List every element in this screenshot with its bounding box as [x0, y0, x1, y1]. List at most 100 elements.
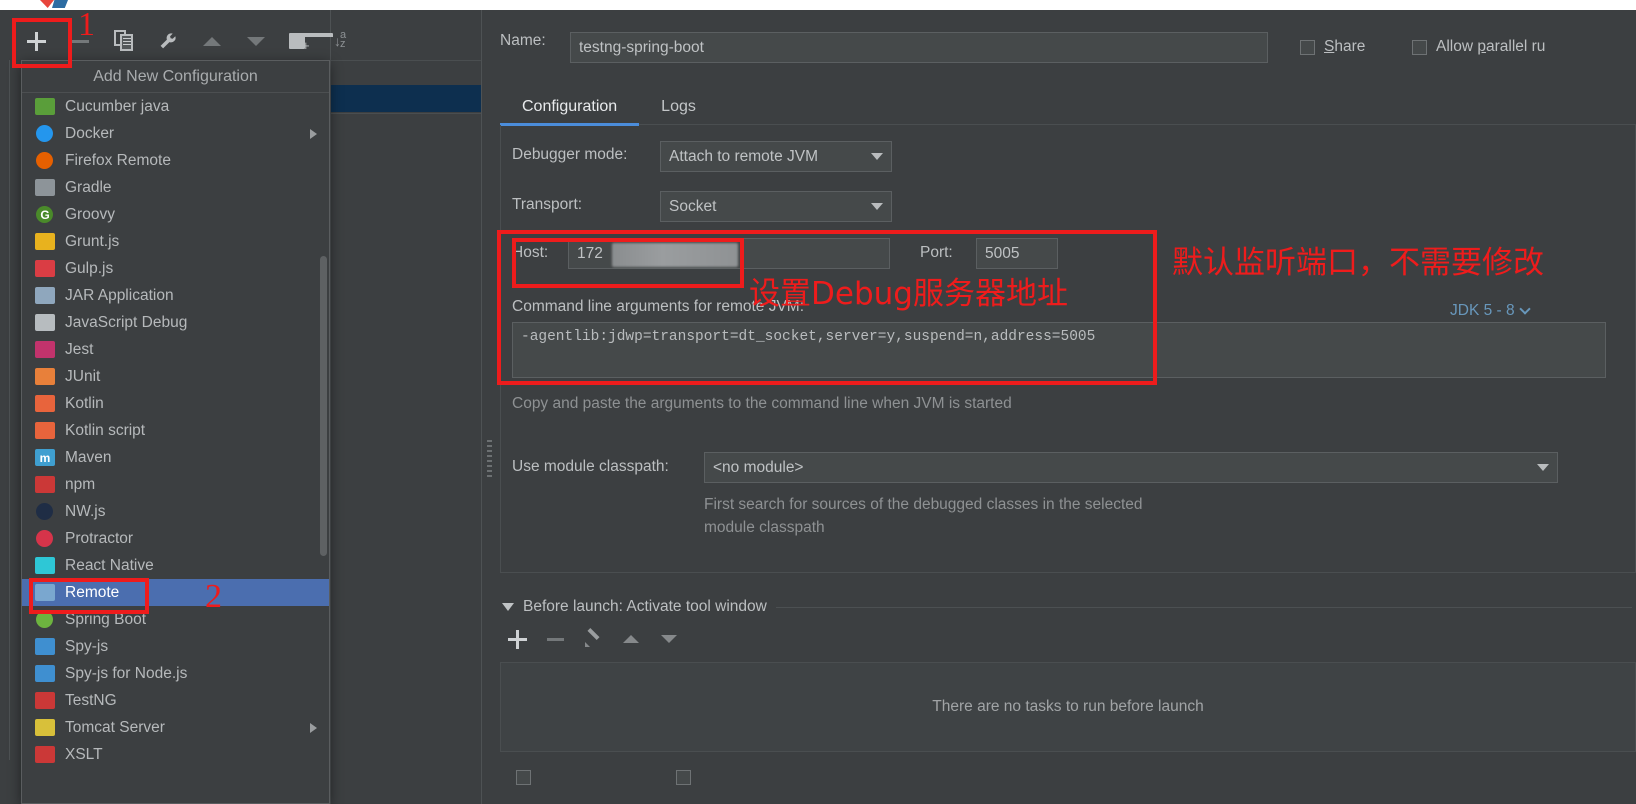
kotlin-icon: [34, 394, 56, 413]
configuration-type-list[interactable]: Cucumber java Docker Firefox Remote Gradle G…: [22, 93, 329, 803]
transport-select[interactable]: Socket: [660, 191, 892, 222]
gulp-icon: [34, 259, 56, 278]
share-checkbox[interactable]: [1300, 39, 1315, 55]
configuration-type-label: Maven: [65, 448, 112, 466]
tab-logs[interactable]: Logs: [639, 88, 718, 126]
allow-parallel-checkbox[interactable]: [1412, 39, 1427, 55]
move-task-down-button[interactable]: [658, 628, 680, 650]
configuration-type-item[interactable]: Spy-js for Node.js: [22, 660, 329, 687]
add-new-configuration-popup: Add New Configuration Cucumber java Docke…: [21, 60, 330, 804]
jdk-version-selector[interactable]: JDK 5 - 8: [1450, 302, 1531, 320]
move-down-button[interactable]: [234, 22, 278, 60]
configuration-type-item[interactable]: Tomcat Server: [22, 714, 329, 741]
copy-configuration-button[interactable]: [102, 22, 146, 60]
module-hint-line-2: module classpath: [704, 519, 825, 536]
add-task-button[interactable]: [506, 628, 528, 650]
submenu-arrow-icon[interactable]: [310, 722, 317, 733]
configuration-type-label: JUnit: [65, 367, 101, 385]
configuration-type-item[interactable]: G Groovy: [22, 201, 329, 228]
configuration-type-item[interactable]: React Native: [22, 552, 329, 579]
chevron-down-icon: [871, 153, 883, 160]
spy-js-icon: [34, 637, 56, 656]
nwjs-icon: [34, 502, 56, 521]
name-input[interactable]: testng-spring-boot: [570, 32, 1268, 63]
configuration-type-item[interactable]: Gradle: [22, 174, 329, 201]
annotation-step-1: 1: [78, 6, 95, 43]
configuration-type-item[interactable]: m Maven: [22, 444, 329, 471]
configuration-type-item[interactable]: Docker: [22, 120, 329, 147]
configuration-type-label: Grunt.js: [65, 232, 120, 250]
module-hint-row-2: module classpath: [704, 519, 825, 537]
configuration-type-label: npm: [65, 475, 96, 493]
before-launch-divider: [775, 606, 1632, 608]
configuration-type-label: Gradle: [65, 178, 112, 196]
configuration-type-item[interactable]: TestNG: [22, 687, 329, 714]
pencil-icon: [584, 630, 602, 648]
configuration-type-item[interactable]: Cucumber java: [22, 93, 329, 120]
configuration-type-item[interactable]: Kotlin: [22, 390, 329, 417]
configuration-type-label: NW.js: [65, 502, 106, 520]
configuration-type-item[interactable]: Jest: [22, 336, 329, 363]
submenu-arrow-icon[interactable]: [310, 128, 317, 139]
react-native-icon: [34, 556, 56, 575]
configuration-type-label: Gulp.js: [65, 259, 114, 277]
annotation-box-remote-item: [29, 578, 149, 614]
allow-parallel-checkbox-row[interactable]: Allow parallel ru: [1412, 38, 1545, 56]
configuration-type-label: Spy-js: [65, 637, 109, 655]
configuration-type-item[interactable]: JAR Application: [22, 282, 329, 309]
annotation-host-caption: 设置Debug服务器地址: [749, 276, 1068, 312]
sort-configurations-button[interactable]: ↓ a z: [322, 22, 366, 60]
tree-row-divider-bottom: [331, 113, 481, 114]
configuration-type-item[interactable]: Firefox Remote: [22, 147, 329, 174]
configuration-type-label: Jest: [65, 340, 94, 358]
configuration-type-item[interactable]: Gulp.js: [22, 255, 329, 282]
module-classpath-select[interactable]: <no module>: [704, 452, 1558, 483]
tree-row-selected[interactable]: [331, 85, 481, 112]
name-row: Name:: [500, 32, 546, 50]
new-folder-button[interactable]: +: [278, 22, 333, 60]
configuration-type-item[interactable]: Spy-js: [22, 633, 329, 660]
folder-add-icon: +: [289, 32, 333, 52]
configuration-type-item[interactable]: JUnit: [22, 363, 329, 390]
triangle-up-icon: [623, 635, 639, 643]
jest-icon: [34, 340, 56, 359]
configuration-type-item[interactable]: XSLT: [22, 741, 329, 768]
move-up-button[interactable]: [190, 22, 234, 60]
testng-icon: [34, 691, 56, 710]
tree-row-divider-top: [331, 60, 481, 61]
module-classpath-value: <no module>: [713, 458, 804, 476]
activate-tool-window-checkbox[interactable]: [676, 770, 691, 785]
configurations-tree-column: [330, 10, 482, 804]
panel-splitter-handle[interactable]: [487, 440, 492, 480]
configuration-type-label: Kotlin script: [65, 421, 146, 439]
configuration-type-label: Firefox Remote: [65, 151, 171, 169]
collapse-triangle-icon[interactable]: [502, 603, 514, 611]
configuration-type-item[interactable]: Protractor: [22, 525, 329, 552]
debugger-mode-select[interactable]: Attach to remote JVM: [660, 141, 892, 172]
tab-configuration[interactable]: Configuration: [500, 88, 640, 126]
configuration-type-item[interactable]: Kotlin script: [22, 417, 329, 444]
popup-scrollbar[interactable]: [320, 256, 327, 556]
before-launch-empty-text: There are no tasks to run before launch: [932, 698, 1204, 715]
before-launch-header[interactable]: Before launch: Activate tool window: [502, 598, 1632, 616]
edit-templates-button[interactable]: [146, 22, 190, 60]
copy-hint: Copy and paste the arguments to the comm…: [512, 395, 1012, 412]
maven-icon: m: [34, 448, 56, 467]
configuration-type-item[interactable]: JavaScript Debug: [22, 309, 329, 336]
module-hint-row-1: First search for sources of the debugged…: [704, 496, 1143, 514]
edit-task-button[interactable]: [582, 628, 604, 650]
configuration-type-label: TestNG: [65, 691, 117, 709]
move-task-up-button[interactable]: [620, 628, 642, 650]
configuration-type-item[interactable]: NW.js: [22, 498, 329, 525]
chevron-down-icon: [871, 203, 883, 210]
logo-red-shape: [40, 0, 54, 8]
configuration-type-item[interactable]: npm: [22, 471, 329, 498]
show-page-checkbox[interactable]: [516, 770, 531, 785]
transport-row: Transport:: [512, 196, 582, 214]
before-launch-task-list[interactable]: There are no tasks to run before launch: [500, 662, 1636, 752]
triangle-down-icon: [661, 635, 677, 643]
remove-task-button[interactable]: [544, 628, 566, 650]
before-launch-title: Before launch: Activate tool window: [523, 598, 767, 615]
share-checkbox-row[interactable]: Share: [1300, 38, 1365, 56]
configuration-type-item[interactable]: Grunt.js: [22, 228, 329, 255]
